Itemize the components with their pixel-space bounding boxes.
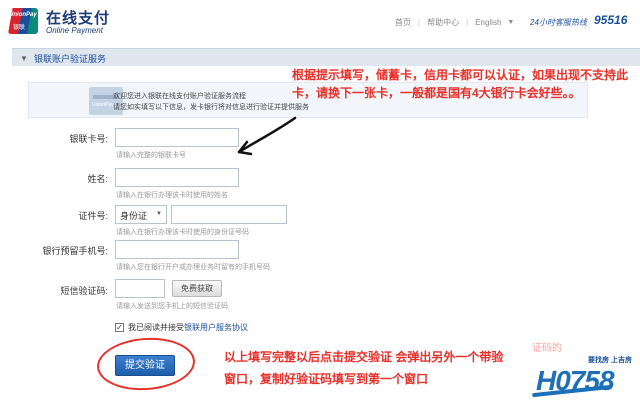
id-number-input[interactable] [171,205,287,224]
section-title: 银联账户验证服务 [34,54,107,64]
nav-help-link[interactable]: 帮助中心 [427,17,459,28]
phone-hint: 请输入您在银行开户或办理业务时留有的手机号码 [116,264,270,271]
nav-home-link[interactable]: 首页 [395,17,411,28]
hotline-label: 24小时客服热线 [530,18,587,27]
intro-line-1: 欢迎您进入银联在线支付账户验证服务流程 [113,93,246,100]
chevron-down-icon[interactable]: ▼ [507,19,514,26]
id-number-hint: 请输入在银行办理该卡时使用的身份证号码 [116,229,249,236]
annotation-bottom-note-2: 窗口，复制好验证码填写到第一个窗口 [224,372,429,386]
chevron-down-icon: ▼ [156,211,162,217]
logo-text: UnionPay [9,12,37,18]
header: UnionPay 银联 在线支付 Online Payment 首页 | 帮助中… [0,0,640,42]
sms-code-label: 短信验证码: [60,286,108,296]
site-watermark: 证码的 要找房 上吉房 H0758 [532,343,640,401]
agreement-text: 我已阅读并接受 [128,322,184,332]
sms-code-input[interactable] [115,279,165,298]
agreement-checkbox[interactable]: ✓ [115,322,124,332]
brand-subtitle: Online Payment [46,26,103,35]
phone-label: 银行预留手机号: [42,246,108,256]
submit-button[interactable]: 提交验证 [115,355,175,376]
watermark-tagline: 要找房 上吉房 [588,357,632,364]
card-icon-text: UnionPay [92,102,114,108]
nav-language-link[interactable]: English [475,18,501,27]
top-nav: 首页 | 帮助中心 | English ▼ [395,15,514,29]
logo-text-cn: 银联 [13,25,26,31]
name-input[interactable] [115,168,239,187]
agreement-link[interactable]: 银联用户服务协议 [184,322,248,333]
nav-separator: | [418,17,421,27]
card-number-input[interactable] [115,128,239,147]
brand-title: 在线支付 [46,10,111,27]
id-type-value: 身份证 [120,211,148,221]
unionpay-logo[interactable]: UnionPay 银联 [8,8,38,34]
name-label: 姓名: [87,174,108,184]
phone-input[interactable] [115,240,239,259]
annotation-top-note: 根据提示填写，储蓄卡，信用卡都可以认证，如果出现不支持此卡，请换下一张卡，一般都… [292,68,629,100]
agreement-row: ✓ 我已阅读并接受 银联用户服务协议 [115,321,248,333]
watermark-overlay-text: 证码的 [532,343,562,354]
name-hint: 请输入在银行办理该卡时使用的姓名 [116,192,228,199]
nav-separator: | [466,17,469,27]
card-number-hint: 请输入完整的银联卡号 [116,152,186,159]
id-type-select[interactable]: 身份证 ▼ [115,205,167,224]
annotation-arrow-icon [237,116,297,156]
get-sms-code-button[interactable]: 免费获取 [172,280,222,297]
id-number-label: 证件号: [78,211,108,221]
triangle-down-icon[interactable]: ▼ [20,54,28,63]
card-number-label: 银联卡号: [69,134,108,144]
intro-line-2: 请您如实填写以下信息，发卡银行将对信息进行验证并提供服务 [113,104,309,111]
section-header[interactable]: ▼ 银联账户验证服务 [12,48,640,66]
annotation-bottom-note-1: 以上填写完整以后点击提交验证 会弹出另外一个带验 [224,350,504,364]
hotline-number: 95516 [594,13,628,27]
sms-code-hint: 请输入发送到您手机上的短信验证码 [116,303,228,310]
